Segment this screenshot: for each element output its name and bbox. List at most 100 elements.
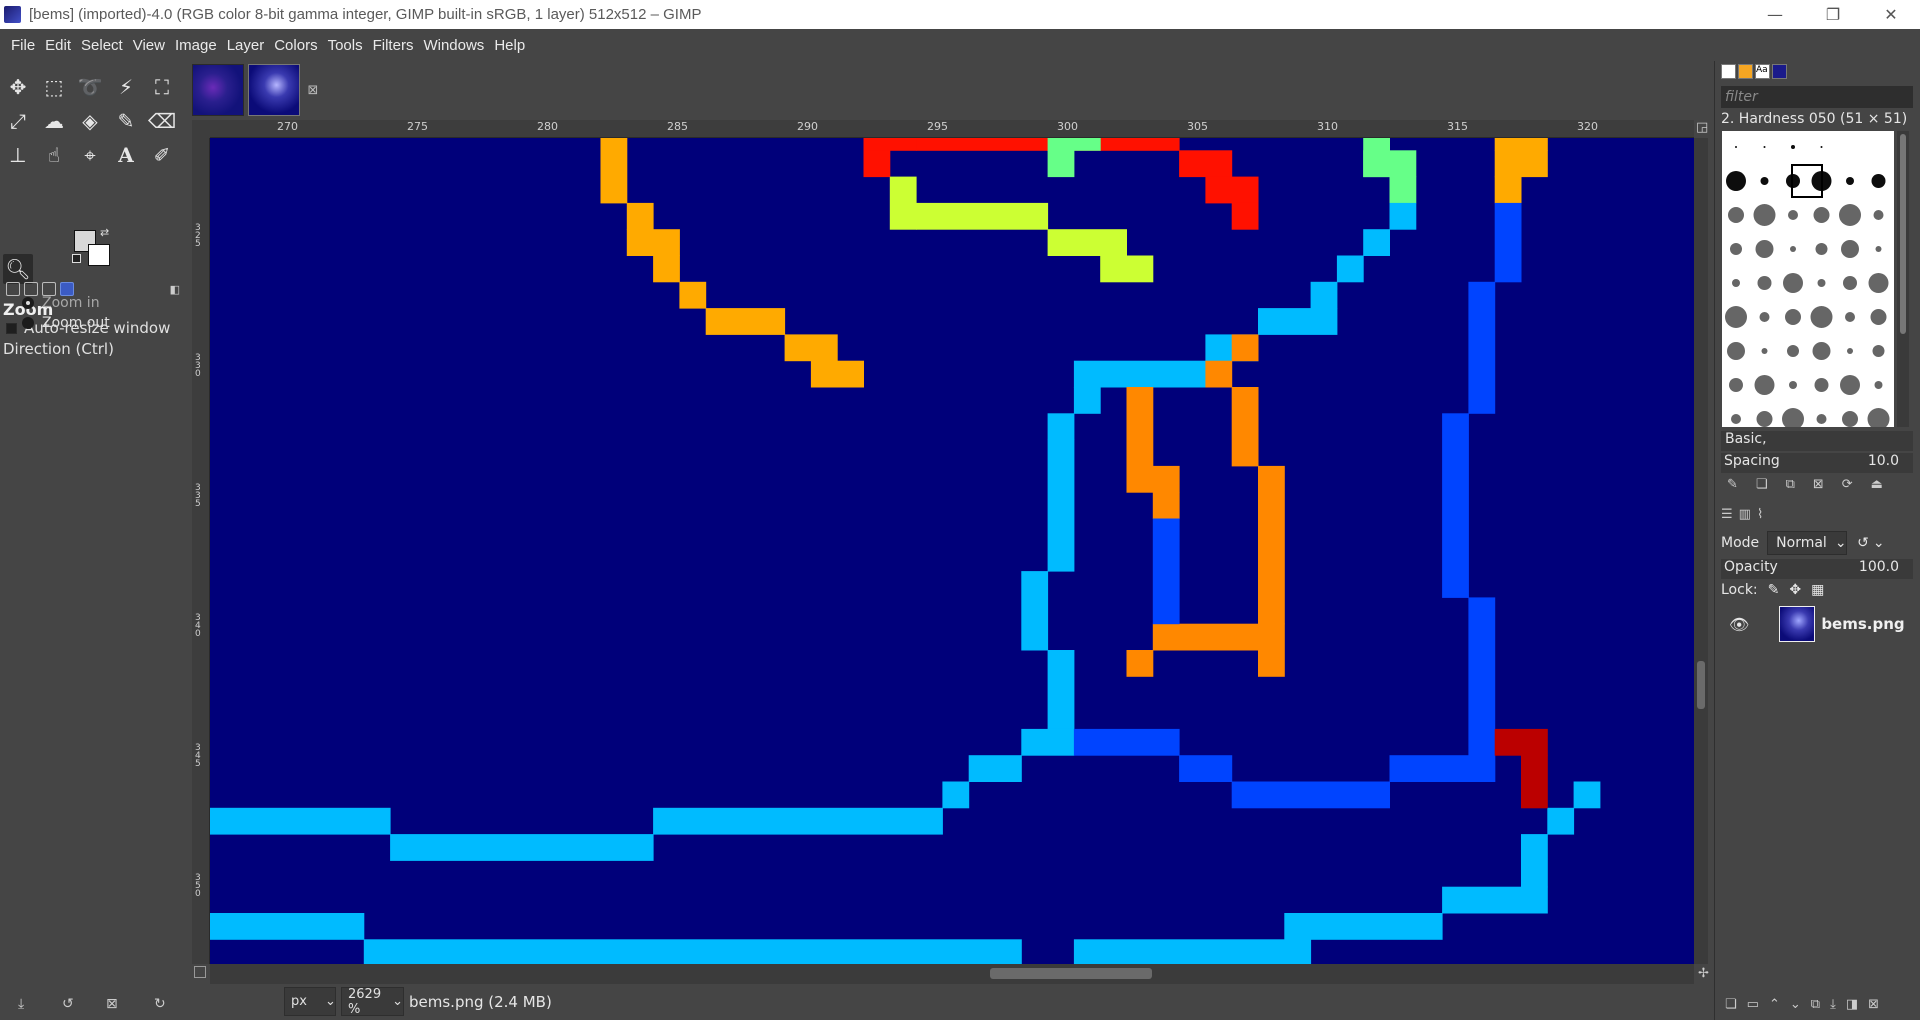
swap-colors-icon[interactable]: ⇄ xyxy=(100,226,109,239)
close-button[interactable]: ✕ xyxy=(1862,0,1920,29)
vertical-scrollbar[interactable] xyxy=(1694,138,1708,964)
background-color-swatch[interactable] xyxy=(88,244,110,266)
ruler-label: 320 xyxy=(1577,120,1598,133)
layer-item[interactable]: 👁︎ bems.png xyxy=(1717,601,1917,647)
paths-tool-icon[interactable]: ⌖ xyxy=(75,140,105,170)
zoom-on-resize-icon[interactable]: ◲ xyxy=(1696,120,1708,135)
visibility-eye-icon[interactable]: 👁︎ xyxy=(1729,615,1749,634)
vertical-scroll-thumb[interactable] xyxy=(1697,661,1705,709)
minimize-button[interactable]: — xyxy=(1746,0,1804,29)
mask-layer-icon[interactable]: ◨ xyxy=(1846,997,1858,1012)
fonts-tab-icon[interactable]: Aa xyxy=(1755,64,1770,79)
clone-tool-icon[interactable]: ⊥ xyxy=(3,140,33,170)
close-tab-icon[interactable]: ⊠ xyxy=(304,64,322,116)
brush-thumbnail xyxy=(1868,273,1889,293)
images-tab-icon[interactable] xyxy=(60,282,74,296)
zoom-selector[interactable]: 2629 % ⌄ xyxy=(341,987,404,1017)
paintbrush-tool-icon[interactable]: ✎ xyxy=(111,106,141,136)
menu-tools[interactable]: Tools xyxy=(323,37,368,54)
zoom-out-option[interactable]: Zoom out xyxy=(22,315,110,331)
unified-transform-tool-icon[interactable]: ⤢ xyxy=(3,106,33,136)
reset-colors-icon[interactable] xyxy=(72,254,81,263)
menu-colors[interactable]: Colors xyxy=(269,37,322,54)
raise-layer-icon[interactable]: ⌃ xyxy=(1769,997,1780,1012)
delete-brush-icon[interactable]: ⊠ xyxy=(1813,477,1824,492)
device-status-tab-icon[interactable] xyxy=(24,282,38,296)
horizontal-scroll-thumb[interactable] xyxy=(990,968,1152,979)
new-layer-group-icon[interactable]: ▭ xyxy=(1747,997,1759,1012)
menu-windows[interactable]: Windows xyxy=(418,37,489,54)
paths-tab-icon[interactable]: ⌇ xyxy=(1757,507,1763,522)
brush-filter-input[interactable]: filter xyxy=(1721,86,1913,108)
color-picker-tool-icon[interactable]: ✐ xyxy=(147,140,177,170)
opacity-field[interactable]: Opacity 100.0 xyxy=(1721,559,1913,579)
lock-alpha-icon[interactable]: ▦ xyxy=(1811,582,1824,598)
fuzzy-select-tool-icon[interactable]: ⚡ xyxy=(111,72,141,102)
open-brush-icon[interactable]: ⏏ xyxy=(1871,477,1883,492)
vertical-ruler[interactable]: 325 330 335 340 345 350 xyxy=(192,138,210,964)
images-dock-tab-icon[interactable] xyxy=(1772,64,1787,79)
move-tool-icon[interactable]: ✥ xyxy=(3,72,33,102)
new-layer-icon[interactable]: ❏ xyxy=(1725,997,1737,1012)
patterns-tab-icon[interactable] xyxy=(1738,64,1753,79)
new-brush-icon[interactable]: ❏ xyxy=(1756,477,1768,492)
horizontal-ruler[interactable]: 270 275 280 285 290 295 300 305 310 315 … xyxy=(210,120,1694,138)
pixel-block xyxy=(1336,255,1364,283)
delete-tool-preset-icon[interactable]: ⊠ xyxy=(106,996,118,1012)
free-select-tool-icon[interactable]: ➰ xyxy=(75,72,105,102)
zoom-in-radio[interactable] xyxy=(22,297,34,309)
eraser-tool-icon[interactable]: ⌫ xyxy=(147,106,177,136)
lock-position-icon[interactable]: ✥ xyxy=(1789,582,1801,598)
merge-layer-icon[interactable]: ⤓ xyxy=(1830,997,1836,1012)
brush-scroll-thumb[interactable] xyxy=(1900,134,1906,334)
spacing-field[interactable]: Spacing 10.0 xyxy=(1721,453,1913,473)
restore-tool-preset-icon[interactable]: ↺ xyxy=(62,996,74,1012)
chevron-down-icon[interactable]: ⌄ xyxy=(1873,535,1885,551)
horizontal-scrollbar[interactable] xyxy=(210,964,1694,984)
reset-mode-icon[interactable]: ↺ xyxy=(1857,535,1869,551)
menu-layer[interactable]: Layer xyxy=(222,37,270,54)
maximize-button[interactable]: ❐ xyxy=(1804,0,1862,29)
image-tab-2[interactable] xyxy=(248,64,300,116)
smudge-tool-icon[interactable]: ☝ xyxy=(39,140,69,170)
save-tool-preset-icon[interactable]: ⤓ xyxy=(18,996,24,1012)
image-tab-1[interactable] xyxy=(192,64,244,116)
warp-tool-icon[interactable]: ☁ xyxy=(39,106,69,136)
menu-filters[interactable]: Filters xyxy=(368,37,419,54)
zoom-in-option[interactable]: Zoom in xyxy=(22,295,100,311)
zoom-out-radio[interactable] xyxy=(22,317,34,329)
channels-tab-icon[interactable]: ▥ xyxy=(1739,507,1751,522)
configure-tab-icon[interactable]: ◧ xyxy=(170,283,180,296)
lock-pixels-icon[interactable]: ✎ xyxy=(1768,582,1780,598)
undo-history-tab-icon[interactable] xyxy=(42,282,56,296)
brushes-tab-icon[interactable] xyxy=(1721,64,1736,79)
menu-view[interactable]: View xyxy=(128,37,170,54)
edit-brush-icon[interactable]: ✎ xyxy=(1727,477,1738,492)
menu-edit[interactable]: Edit xyxy=(40,37,76,54)
layers-tab-icon[interactable]: ☰ xyxy=(1721,507,1733,522)
menu-file[interactable]: File xyxy=(6,37,40,54)
refresh-brushes-icon[interactable]: ⟳ xyxy=(1842,477,1853,492)
crop-tool-icon[interactable]: ⛶ xyxy=(147,72,177,102)
auto-resize-checkbox[interactable] xyxy=(6,322,17,334)
tool-options-tab-icon[interactable] xyxy=(6,282,20,296)
menu-help[interactable]: Help xyxy=(489,37,530,54)
duplicate-layer-icon[interactable]: ⧉ xyxy=(1811,997,1820,1012)
text-tool-icon[interactable]: A xyxy=(111,140,141,170)
brush-tag-selector[interactable]: Basic, xyxy=(1721,431,1913,451)
reset-tool-options-icon[interactable]: ↻ xyxy=(154,996,166,1012)
quick-mask-toggle-icon[interactable] xyxy=(194,966,206,978)
duplicate-brush-icon[interactable]: ⧉ xyxy=(1786,477,1795,492)
unit-selector[interactable]: px ⌄ xyxy=(284,987,336,1016)
rect-select-tool-icon[interactable]: ⬚ xyxy=(39,72,69,102)
delete-layer-icon[interactable]: ⊠ xyxy=(1868,997,1879,1012)
navigate-icon[interactable]: ✢ xyxy=(1698,966,1709,981)
brush-grid[interactable] xyxy=(1722,131,1894,427)
menu-image[interactable]: Image xyxy=(170,37,222,54)
brush-scrollbar[interactable] xyxy=(1897,131,1909,427)
menu-select[interactable]: Select xyxy=(76,37,128,54)
image-canvas[interactable] xyxy=(210,138,1694,964)
mode-select[interactable]: Normal ⌄ xyxy=(1767,531,1848,555)
lower-layer-icon[interactable]: ⌄ xyxy=(1790,997,1801,1012)
bucket-fill-tool-icon[interactable]: ◈ xyxy=(75,106,105,136)
